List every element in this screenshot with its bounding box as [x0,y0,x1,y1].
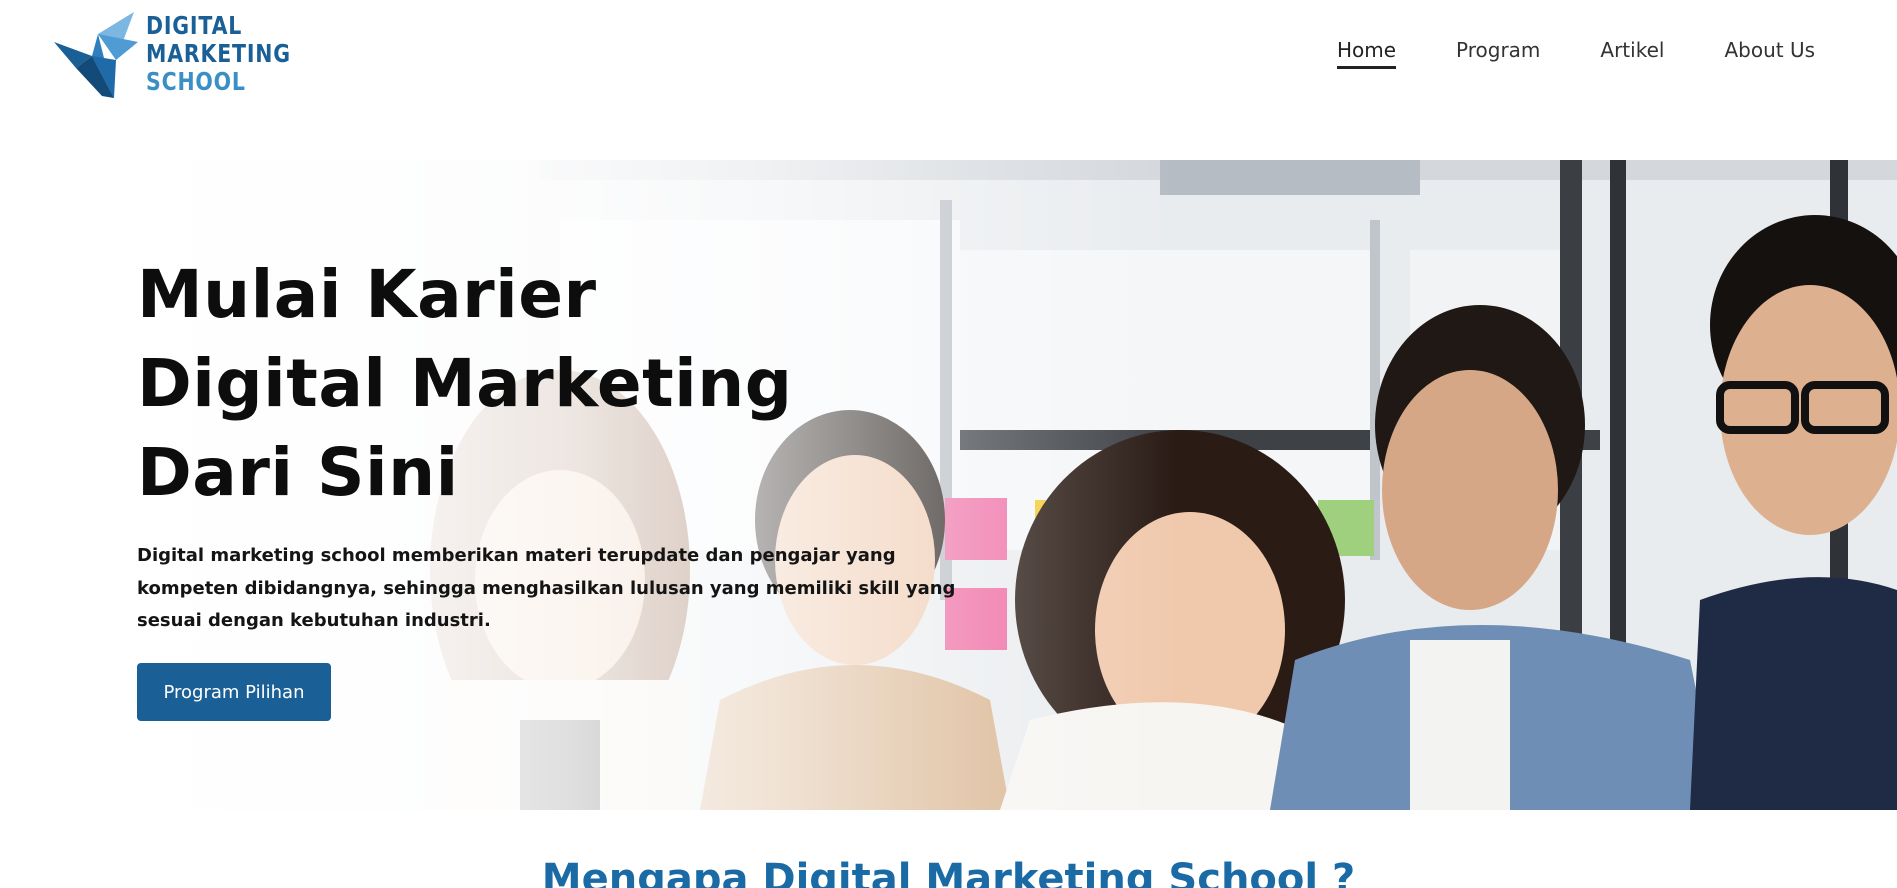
hero-title-line-1: Mulai Karier [137,256,597,333]
hero-title: Mulai Karier Digital Marketing Dari Sini [137,250,897,517]
hero-title-line-3: Dari Sini [137,434,459,511]
main-nav: Home Program Artikel About Us [1336,38,1815,69]
why-section-title: Mengapa Digital Marketing School ? [541,856,1356,888]
logo-line-1: DIGITAL [146,11,243,40]
nav-program-link[interactable]: Program [1456,38,1540,69]
logo-line-2: MARKETING [146,39,291,68]
nav-home-link[interactable]: Home [1336,38,1397,69]
hero-description: Digital marketing school memberikan mate… [137,545,956,631]
program-pilihan-button[interactable]: Program Pilihan [137,663,331,721]
logo-wordmark: DIGITAL MARKETING SCHOOL [146,12,306,96]
origami-bird-icon [54,12,138,98]
brand-logo[interactable]: DIGITAL MARKETING SCHOOL [54,12,304,102]
logo-line-3: SCHOOL [146,67,246,96]
site-header: DIGITAL MARKETING SCHOOL Home Program Ar… [0,0,1897,120]
nav-artikel-link[interactable]: Artikel [1600,38,1664,69]
hero-banner: Mulai Karier Digital Marketing Dari Sini… [0,160,1897,810]
hero-title-line-2: Digital Marketing [137,345,793,422]
nav-about-us-link[interactable]: About Us [1724,38,1815,69]
